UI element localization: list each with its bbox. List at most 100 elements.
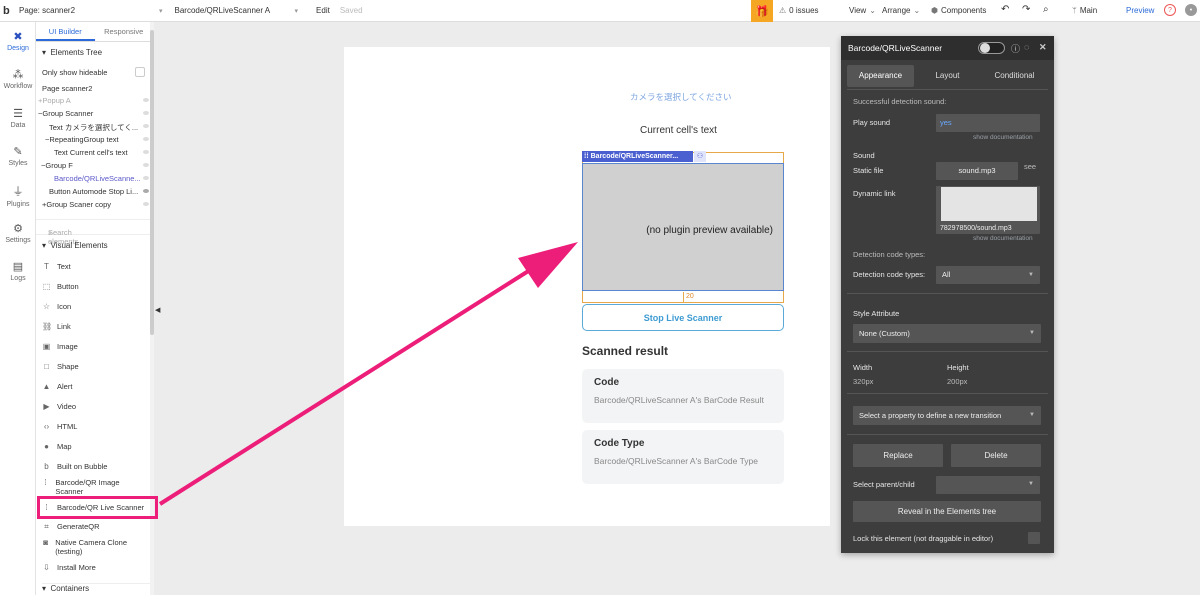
components-button[interactable]: ⬢ Components <box>931 6 986 15</box>
avatar[interactable]: • <box>1185 4 1197 16</box>
stop-live-scanner-button[interactable]: Stop Live Scanner <box>582 304 784 331</box>
rail-data[interactable]: ☰ Data <box>0 107 36 129</box>
delete-button[interactable]: Delete <box>951 444 1041 467</box>
rail-design[interactable]: ✖ Design <box>0 30 36 52</box>
rail-styles[interactable]: ✎ Styles <box>0 145 36 167</box>
eye-icon[interactable] <box>143 176 149 180</box>
visual-element-html[interactable]: ‹› HTML <box>42 422 78 431</box>
visual-element-button[interactable]: ⬚ Button <box>42 282 79 291</box>
chevron-down-icon[interactable]: ▾ <box>295 7 299 15</box>
width-value[interactable]: 320px <box>853 377 873 386</box>
static-file-field[interactable]: sound.mp3 <box>936 162 1018 180</box>
show-documentation-link[interactable]: show documentation <box>973 235 1033 242</box>
rail-logs[interactable]: ▤ Logs <box>0 260 36 282</box>
eye-icon[interactable] <box>143 202 149 206</box>
help-icon[interactable]: ? <box>1164 4 1176 16</box>
page-selector[interactable]: Page: scanner2 <box>19 6 159 15</box>
eye-icon[interactable] <box>143 189 149 193</box>
visual-element-native-camera[interactable]: ◙ Native Camera Clone (testing) <box>42 538 137 556</box>
visual-element-shape[interactable]: □ Shape <box>42 362 79 371</box>
eye-icon[interactable] <box>143 98 149 102</box>
eye-icon[interactable] <box>143 111 149 115</box>
tab-appearance[interactable]: Appearance <box>847 65 914 87</box>
visual-element-video[interactable]: ▶ Video <box>42 402 76 411</box>
tree-item[interactable]: −Group F <box>41 161 73 170</box>
element-inspector-icon[interactable]: ⚇ <box>694 151 706 162</box>
visual-element-install-more[interactable]: ⇩ Install More <box>42 563 96 572</box>
tree-item-selected[interactable]: Barcode/QRLiveScanne... <box>54 174 141 183</box>
visual-element-alert[interactable]: ▲ Alert <box>42 382 73 391</box>
tree-item[interactable]: −RepeatingGroup text <box>45 135 119 144</box>
selected-element-tag[interactable]: ⁞⁞ Barcode/QRLiveScanner... <box>582 151 693 162</box>
show-documentation-link[interactable]: show documentation <box>973 134 1033 141</box>
detection-types-dropdown[interactable]: All ▼ <box>936 266 1040 284</box>
comment-icon[interactable]: ◌ <box>1024 42 1029 52</box>
rail-plugins[interactable]: ⏚ Plugins <box>0 183 36 208</box>
search-icon[interactable]: ⌕ <box>1043 4 1049 15</box>
visual-element-link[interactable]: ⛓ Link <box>42 322 71 331</box>
tree-item[interactable]: Page scanner2 <box>42 84 92 93</box>
tab-responsive[interactable]: Responsive <box>95 22 154 41</box>
select-parent-dropdown[interactable]: ▼ <box>936 476 1040 494</box>
barcode-live-scanner-element[interactable]: (no plugin preview available) <box>582 163 784 291</box>
visual-element-icon[interactable]: ☆ Icon <box>42 302 71 311</box>
visual-elements-header[interactable]: ▾ Visual Elements <box>42 241 108 250</box>
branch-selector[interactable]: ᛘ Main <box>1072 6 1097 15</box>
visual-element-map[interactable]: ● Map <box>42 442 72 451</box>
code-type-card[interactable]: Code Type Barcode/QRLiveScanner A's BarC… <box>582 430 784 484</box>
preview-button[interactable]: Preview <box>1126 6 1154 15</box>
collapse-panel-icon[interactable]: ◀ <box>155 306 160 314</box>
play-sound-field[interactable]: yes <box>936 114 1040 132</box>
rail-settings[interactable]: ⚙ Settings <box>0 222 36 244</box>
visual-element-barcode-image-scanner[interactable]: ⁞ Barcode/QR Image Scanner <box>42 478 132 496</box>
element-selector[interactable]: Barcode/QRLiveScanner A <box>175 6 295 15</box>
issues-button[interactable]: ⚠ 0 issues <box>779 6 819 15</box>
chevron-down-icon[interactable]: ▾ <box>159 7 163 15</box>
gift-icon[interactable]: 🎁 <box>751 0 773 22</box>
only-show-hideable-checkbox[interactable] <box>135 67 145 77</box>
tree-item[interactable]: −Group Scanner <box>38 109 93 118</box>
undo-icon[interactable]: ↶ <box>1001 4 1009 15</box>
tab-conditional[interactable]: Conditional <box>981 65 1048 87</box>
height-value[interactable]: 200px <box>947 377 967 386</box>
transition-dropdown[interactable]: Select a property to define a new transi… <box>853 406 1041 425</box>
rail-workflow[interactable]: ⁂ Workflow <box>0 68 36 90</box>
redo-icon[interactable]: ↷ <box>1022 4 1030 15</box>
visual-element-generateqr[interactable]: ⌗ GenerateQR <box>42 522 99 531</box>
elements-tree-header[interactable]: ▾ Elements Tree <box>42 48 102 57</box>
info-icon[interactable]: ⓘ <box>1011 42 1020 55</box>
edit-menu[interactable]: Edit <box>316 6 330 15</box>
tree-item[interactable]: +Popup A <box>38 96 71 105</box>
tree-item[interactable]: Text カメラを選択してく... <box>49 122 138 133</box>
property-editor-header[interactable]: Barcode/QRLiveScanner <box>841 36 1054 60</box>
eye-icon[interactable] <box>143 124 149 128</box>
visual-element-image[interactable]: ▣ Image <box>42 342 78 351</box>
scanned-result-heading[interactable]: Scanned result <box>582 344 668 358</box>
tree-item[interactable]: Text Current cell's text <box>54 148 128 157</box>
view-menu[interactable]: View ⌄ <box>849 6 876 15</box>
camera-select-text[interactable]: カメラを選択してください <box>630 91 732 103</box>
property-editor[interactable]: Barcode/QRLiveScanner ⓘ ◌ ✕ Appearance L… <box>841 36 1054 553</box>
eye-icon[interactable] <box>143 150 149 154</box>
eye-icon[interactable] <box>143 163 149 167</box>
close-icon[interactable]: ✕ <box>1039 42 1047 53</box>
current-cell-text[interactable]: Current cell's text <box>640 125 717 136</box>
panel-scrollbar-thumb[interactable] <box>150 30 154 335</box>
lock-element-checkbox[interactable] <box>1028 532 1040 544</box>
replace-button[interactable]: Replace <box>853 444 943 467</box>
visual-element-built-on-bubble[interactable]: b Built on Bubble <box>42 462 107 471</box>
search-elements[interactable]: ⌕ Search elements <box>36 219 153 246</box>
eye-icon[interactable] <box>143 137 149 141</box>
tree-item[interactable]: Button Automode Stop Li... <box>49 187 138 196</box>
tab-ui-builder[interactable]: UI Builder <box>36 22 95 41</box>
see-link[interactable]: see <box>1024 162 1036 171</box>
code-card[interactable]: Code Barcode/QRLiveScanner A's BarCode R… <box>582 369 784 423</box>
style-dropdown[interactable]: None (Custom) ▼ <box>853 324 1041 343</box>
arrange-menu[interactable]: Arrange ⌄ <box>882 6 920 15</box>
tab-layout[interactable]: Layout <box>914 65 981 87</box>
containers-header[interactable]: ▾ Containers <box>42 583 152 593</box>
visual-element-text[interactable]: T Text <box>42 262 71 271</box>
bubble-logo[interactable]: b <box>3 5 17 17</box>
tree-item[interactable]: +Group Scaner copy <box>42 200 111 209</box>
reveal-in-tree-button[interactable]: Reveal in the Elements tree <box>853 501 1041 522</box>
